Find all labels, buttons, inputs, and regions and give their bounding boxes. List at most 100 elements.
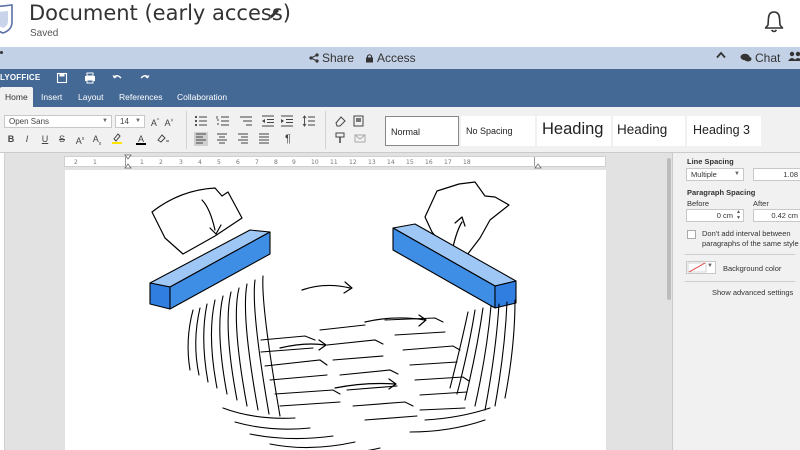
no-color-swatch-icon bbox=[687, 262, 707, 273]
participants-button[interactable] bbox=[788, 51, 800, 61]
align-center-button[interactable] bbox=[215, 132, 229, 146]
chevron-down-icon: ▼ bbox=[135, 118, 141, 124]
underline-button[interactable]: U bbox=[38, 132, 52, 146]
pencil-edit-icon[interactable] bbox=[266, 6, 282, 22]
increase-font-button[interactable]: A^ bbox=[148, 114, 162, 128]
align-right-button[interactable] bbox=[236, 132, 250, 146]
line-spacing-value-input[interactable]: 1.08 bbox=[753, 168, 800, 181]
style-heading-3[interactable]: Heading 3 bbox=[687, 116, 761, 146]
chevron-up-icon bbox=[716, 51, 726, 59]
ribbon-tabs: Home Insert Layout References Collaborat… bbox=[0, 87, 800, 107]
bold-button[interactable]: B bbox=[4, 132, 18, 146]
multilevel-list-icon bbox=[240, 116, 252, 126]
mail-merge-button[interactable] bbox=[353, 132, 367, 146]
tab-insert[interactable]: Insert bbox=[36, 87, 67, 107]
font-color-button[interactable]: A bbox=[134, 132, 148, 146]
ruler-tick: 2 bbox=[74, 159, 78, 166]
line-spacing-icon bbox=[302, 115, 315, 127]
chevron-down-icon: ▼ bbox=[102, 118, 108, 124]
clear-formatting-button[interactable] bbox=[333, 115, 347, 129]
paint-format-icon bbox=[335, 132, 345, 143]
save-status: Saved bbox=[30, 28, 59, 39]
tab-references[interactable]: References bbox=[114, 87, 167, 107]
subscript-button[interactable]: Ax bbox=[90, 132, 104, 147]
users-icon bbox=[788, 51, 800, 61]
decrease-indent-button[interactable] bbox=[261, 115, 275, 129]
share-bar: Share Access Chat bbox=[0, 47, 800, 69]
line-spacing-mode-select[interactable]: Multiple ▼ bbox=[686, 168, 744, 181]
panel-divider bbox=[685, 254, 795, 255]
style-heading-2[interactable]: Heading bbox=[613, 116, 685, 146]
after-label: After bbox=[753, 199, 769, 208]
print-icon[interactable] bbox=[84, 72, 96, 84]
indent-icon bbox=[281, 115, 293, 127]
style-heading-1[interactable]: Heading bbox=[537, 116, 611, 146]
spacing-before-input[interactable]: 0 cm ▲ ▼ bbox=[686, 209, 744, 222]
undo-icon[interactable] bbox=[111, 72, 123, 84]
style-normal[interactable]: Normal bbox=[385, 116, 459, 146]
share-button[interactable]: Share bbox=[309, 51, 354, 65]
paragraph-mark-glyph: ¶ bbox=[285, 133, 291, 145]
dont-add-interval-checkbox[interactable] bbox=[687, 230, 696, 239]
align-center-icon bbox=[217, 133, 227, 144]
share-icon bbox=[309, 53, 319, 63]
bullet-list-icon bbox=[194, 115, 207, 127]
collapse-header-button[interactable] bbox=[716, 51, 726, 59]
color-scheme-button[interactable] bbox=[353, 115, 367, 129]
save-icon[interactable] bbox=[56, 72, 68, 84]
tab-layout[interactable]: Layout bbox=[73, 87, 109, 107]
spinner-arrows-icon[interactable]: ▲ ▼ bbox=[736, 209, 741, 221]
spacing-before-value: 0 cm bbox=[716, 211, 733, 220]
font-name-combo[interactable]: Open Sans ▼ bbox=[4, 115, 112, 128]
indent-marker-right-icon[interactable] bbox=[534, 154, 542, 170]
outdent-icon bbox=[262, 115, 274, 127]
scrollbar-thumb[interactable] bbox=[667, 158, 671, 300]
ruler-margins bbox=[125, 157, 535, 166]
ruler-tick: 1 bbox=[93, 159, 97, 166]
justify-button[interactable] bbox=[257, 132, 271, 146]
decrease-font-button[interactable]: A˅ bbox=[162, 114, 176, 128]
redo-icon[interactable] bbox=[139, 72, 151, 84]
font-name-value: Open Sans bbox=[9, 117, 50, 126]
align-left-icon bbox=[196, 133, 206, 144]
chevron-down-icon: ▼ bbox=[734, 171, 740, 177]
background-color-picker[interactable]: ▼ bbox=[686, 261, 716, 274]
style-no-spacing[interactable]: No Spacing bbox=[461, 116, 535, 146]
copy-style-button[interactable] bbox=[333, 132, 347, 146]
document-page[interactable] bbox=[65, 170, 606, 450]
line-spacing-button[interactable] bbox=[302, 115, 316, 129]
italic-button[interactable]: I bbox=[20, 132, 34, 146]
shredder-illustration[interactable] bbox=[65, 170, 606, 450]
show-advanced-settings-link[interactable]: Show advanced settings bbox=[712, 288, 793, 297]
document-title[interactable]: Document (early access) bbox=[29, 1, 291, 25]
align-justify-icon bbox=[259, 133, 269, 144]
bell-notification-icon[interactable] bbox=[764, 10, 784, 34]
editor-brand: LYOFFICE bbox=[0, 73, 41, 82]
highlight-button[interactable] bbox=[110, 132, 124, 146]
chat-label: Chat bbox=[755, 51, 781, 65]
access-label: Access bbox=[377, 51, 416, 65]
copy-style-icon bbox=[157, 134, 169, 143]
superscript-button[interactable]: Ax bbox=[73, 132, 87, 146]
bullets-button[interactable] bbox=[194, 115, 208, 129]
tab-home[interactable]: Home bbox=[0, 87, 33, 107]
spacing-after-input[interactable]: 0.42 cm bbox=[753, 209, 800, 222]
horizontal-ruler[interactable]: 2 1 1 2 3 4 5 6 7 8 9 10 11 12 13 14 15 … bbox=[64, 154, 606, 170]
multilevel-list-button[interactable] bbox=[239, 115, 253, 129]
strikethrough-button[interactable]: S bbox=[55, 132, 69, 146]
access-button[interactable]: Access bbox=[365, 51, 416, 65]
eraser-icon bbox=[335, 116, 346, 127]
increase-indent-button[interactable] bbox=[280, 115, 294, 129]
align-right-icon bbox=[238, 133, 248, 144]
dont-add-interval-line1: Don't add interval between bbox=[702, 229, 791, 238]
align-left-button[interactable] bbox=[194, 132, 208, 146]
vertical-ruler[interactable] bbox=[0, 153, 5, 450]
tab-collaboration[interactable]: Collaboration bbox=[172, 87, 232, 107]
nonprinting-characters-button[interactable]: ¶ bbox=[281, 132, 295, 146]
font-size-combo[interactable]: 14 ▼ bbox=[115, 115, 145, 128]
chat-button[interactable]: Chat bbox=[740, 51, 780, 65]
chat-bubbles-icon bbox=[740, 53, 752, 62]
numbering-button[interactable] bbox=[216, 115, 230, 129]
chevron-down-icon: ▼ bbox=[707, 263, 713, 269]
clear-style-button[interactable] bbox=[156, 132, 170, 146]
